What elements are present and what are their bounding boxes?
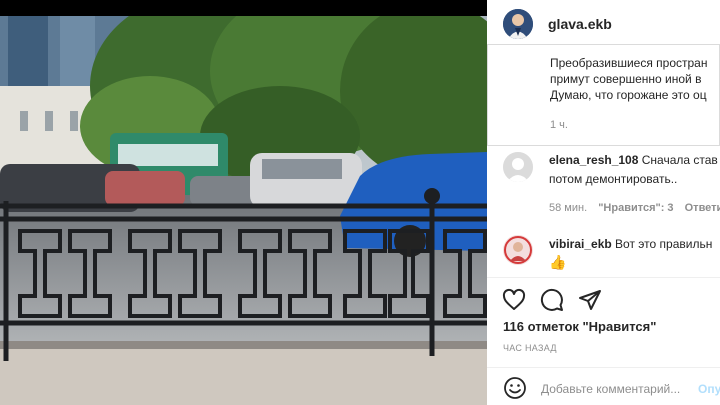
post-header: glava.ekb <box>487 0 720 45</box>
likes-count[interactable]: 116 отметок "Нравится" <box>503 319 656 334</box>
smiley-icon[interactable] <box>503 376 527 400</box>
comment-text: elena_resh_108 Сначала став <box>549 153 718 167</box>
post-caption: Преобразившиеся простран примут совершен… <box>487 44 720 146</box>
comment-body-line2: потом демонтировать.. <box>549 172 678 186</box>
default-avatar[interactable] <box>503 152 533 182</box>
reply-button[interactable]: Ответить <box>685 202 720 214</box>
comment-bubble-icon[interactable] <box>540 288 564 312</box>
commenter-avatar[interactable] <box>503 235 533 265</box>
comment-meta: 58 мин. "Нравится": 3 Ответить <box>549 202 720 214</box>
caption-time[interactable]: 1 ч. <box>550 119 568 131</box>
thumbs-up-emoji: 👍 <box>549 254 567 270</box>
paper-plane-icon[interactable] <box>578 288 602 312</box>
post-actions: 116 отметок "Нравится" ЧАС НАЗАД Добавьт… <box>487 277 720 405</box>
comment-item: elena_resh_108 Сначала став потом демонт… <box>487 146 720 220</box>
comment-time[interactable]: 58 мин. <box>549 202 587 214</box>
author-username[interactable]: glava.ekb <box>548 16 612 32</box>
author-avatar[interactable] <box>503 9 533 39</box>
comment-body: Вот это правильн <box>615 237 713 251</box>
caption-line: Преобразившиеся простран <box>550 56 708 70</box>
comment-likes[interactable]: "Нравится": 3 <box>598 202 673 214</box>
photo-top-border <box>0 0 487 16</box>
street-fence-image <box>0 16 487 405</box>
post-photo[interactable] <box>0 0 487 405</box>
caption-line: Думаю, что горожане это оц <box>550 88 707 102</box>
comment-username[interactable]: elena_resh_108 <box>549 153 638 167</box>
caption-line: примут совершенно иной в <box>550 72 702 86</box>
post-comment-button[interactable]: Опубликовать <box>698 382 720 396</box>
comment-text: vibirai_ekb Вот это правильн <box>549 237 712 251</box>
post-timestamp: ЧАС НАЗАД <box>503 343 557 353</box>
add-comment-bar: Добавьте комментарий... Опубликовать <box>487 367 720 405</box>
heart-icon[interactable] <box>502 288 526 312</box>
comment-username[interactable]: vibirai_ekb <box>549 237 612 251</box>
post-side-panel: glava.ekb Преобразившиеся простран приму… <box>487 0 720 405</box>
comment-body: Сначала став <box>641 153 718 167</box>
comment-input[interactable]: Добавьте комментарий... <box>541 382 680 396</box>
comment-item: vibirai_ekb Вот это правильн 👍 <box>487 230 720 276</box>
